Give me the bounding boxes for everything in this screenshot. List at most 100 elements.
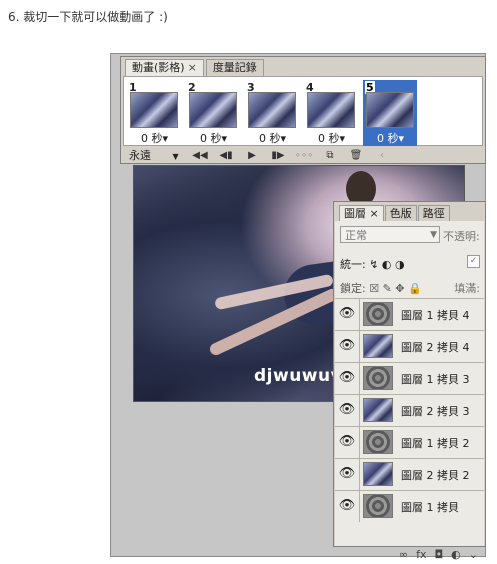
layer-name: 圖層 1 拷貝 2 (401, 437, 470, 450)
layer-mask-icon[interactable]: ◘ (434, 548, 443, 561)
layer-thumbnail (363, 398, 393, 422)
tab-animation-frames[interactable]: 動畫(影格) × (125, 59, 204, 76)
layer-row[interactable]: 👁 圖層 1 拷貝 (335, 490, 484, 522)
blend-mode-select[interactable]: 正常 ▼ (340, 226, 440, 243)
eye-icon[interactable]: 👁 (337, 433, 357, 451)
watermark-text: djwuwuv (254, 366, 343, 386)
eye-icon[interactable]: 👁 (337, 337, 357, 355)
play-icon[interactable]: ▶ (239, 150, 265, 161)
opacity-label: 不透明: (443, 230, 480, 243)
layer-thumbnail (363, 334, 393, 358)
layer-row[interactable]: 👁 圖層 2 拷貝 3 (335, 394, 484, 426)
tab-channels[interactable]: 色版 (384, 205, 417, 221)
eye-icon[interactable]: 👁 (337, 401, 357, 419)
layer-row[interactable]: 👁 圖層 1 拷貝 4 (335, 298, 484, 330)
frame-delay-dropdown[interactable]: 0 秒▾ (377, 130, 404, 146)
frame-thumbnail (189, 92, 237, 128)
next-frame-icon[interactable]: ▮▶ (265, 150, 291, 161)
layer-thumbnail (363, 494, 393, 518)
layer-row[interactable]: 👁 圖層 1 拷貝 2 (335, 426, 484, 458)
divider (359, 363, 360, 394)
eye-icon[interactable]: 👁 (337, 465, 357, 483)
layer-thumbnail (363, 302, 393, 326)
layer-row[interactable]: 👁 圖層 2 拷貝 4 (335, 330, 484, 362)
tab-label: 路徑 (422, 207, 445, 220)
layer-name: 圖層 2 拷貝 4 (401, 341, 470, 354)
frame-delay-dropdown[interactable]: 0 秒▾ (200, 130, 227, 146)
layer-style-icon[interactable]: fx (416, 548, 426, 561)
divider (359, 459, 360, 490)
layer-name: 圖層 1 拷貝 3 (401, 373, 470, 386)
animation-frame-1[interactable]: 1 0 秒▾ (127, 80, 181, 146)
tab-measurement-log[interactable]: 度量記錄 (205, 59, 264, 76)
animation-controls: 永遠 ▼ ◀◀ ◀▮ ▶ ▮▶ ∘∘∘ ⧉ 🗑 ‹ (123, 147, 483, 163)
animation-frame-3[interactable]: 3 0 秒▾ (245, 80, 299, 146)
divider (359, 491, 360, 522)
layers-panel: 圖層 × 色版 路徑 正常 ▼ 不透明: 統一: ↯ ◐ ◑ ✓ 鎖定: ☒ ✎… (333, 201, 486, 561)
layer-name: 圖層 1 拷貝 4 (401, 309, 470, 322)
frame-thumbnail (130, 92, 178, 128)
panel-menu-icon[interactable]: ⌄ (469, 548, 478, 561)
loop-select[interactable]: 永遠 ▼ (123, 147, 187, 163)
animation-tabs: 動畫(影格) × 度量記錄 (125, 59, 266, 77)
frame-delay-dropdown[interactable]: 0 秒▾ (141, 130, 168, 146)
layer-list: 👁 圖層 1 拷貝 4 👁 圖層 2 拷貝 4 👁 圖層 1 拷貝 3 👁 圖層… (335, 298, 484, 522)
animation-frame-4[interactable]: 4 0 秒▾ (304, 80, 358, 146)
tab-label: 圖層 (344, 207, 366, 220)
divider (359, 427, 360, 458)
frame-thumbnail (248, 92, 296, 128)
eye-icon[interactable]: 👁 (337, 369, 357, 387)
duplicate-frame-icon[interactable]: ⧉ (317, 150, 343, 161)
link-layers-icon[interactable]: ∞ (399, 548, 408, 561)
chevron-down-icon: ▼ (172, 152, 179, 161)
delete-frame-icon[interactable]: 🗑 (343, 150, 369, 161)
lock-row: 鎖定: ☒ ✎ ✥ 🔒 (340, 280, 422, 296)
previous-frame-icon[interactable]: ◀▮ (213, 150, 239, 161)
divider (359, 299, 360, 330)
loop-label: 永遠 (129, 149, 151, 162)
layer-row[interactable]: 👁 圖層 2 拷貝 2 (335, 458, 484, 490)
unify-label: 統一: (340, 258, 366, 271)
divider (359, 331, 360, 362)
tween-icon[interactable]: ∘∘∘ (291, 150, 317, 161)
frame-delay-dropdown[interactable]: 0 秒▾ (318, 130, 345, 146)
tab-layers[interactable]: 圖層 × (339, 205, 384, 221)
animation-frame-5-selected[interactable]: 5 0 秒▾ (363, 80, 417, 146)
tab-label: 色版 (389, 207, 412, 220)
frame-thumbnail (366, 92, 414, 128)
convert-timeline-icon[interactable]: ‹ (369, 150, 395, 161)
close-icon[interactable]: × (188, 61, 197, 74)
frame-delay-dropdown[interactable]: 0 秒▾ (259, 130, 286, 146)
blend-mode-value: 正常 (345, 229, 367, 242)
first-frame-icon[interactable]: ◀◀ (187, 150, 213, 161)
step-caption: 6. 裁切一下就可以做動画了 :) (8, 10, 168, 24)
fill-label: 填滿: (454, 282, 480, 295)
layer-thumbnail (363, 462, 393, 486)
unify-icons[interactable]: ↯ ◐ ◑ (369, 258, 404, 271)
frame-thumbnail (307, 92, 355, 128)
lock-label: 鎖定: (340, 282, 366, 295)
layers-tabs: 圖層 × 色版 路徑 (339, 205, 451, 221)
eye-icon[interactable]: 👁 (337, 305, 357, 323)
layer-row[interactable]: 👁 圖層 1 拷貝 3 (335, 362, 484, 394)
tab-label: 動畫(影格) (132, 61, 185, 74)
layer-thumbnail (363, 366, 393, 390)
layers-footer: ∞ fx ◘ ◐ ⌄ (335, 544, 484, 564)
lock-icons[interactable]: ☒ ✎ ✥ 🔒 (369, 282, 421, 295)
tab-paths[interactable]: 路徑 (417, 205, 450, 221)
layer-name: 圖層 1 拷貝 (401, 501, 459, 514)
tab-label: 度量記錄 (212, 61, 257, 74)
unify-row: 統一: ↯ ◐ ◑ (340, 256, 405, 272)
animation-frame-2[interactable]: 2 0 秒▾ (186, 80, 240, 146)
eye-icon[interactable]: 👁 (337, 497, 357, 515)
animation-panel: 動畫(影格) × 度量記錄 1 0 秒▾ 2 0 秒▾ 3 0 秒▾ 4 0 秒▾… (120, 56, 486, 164)
layers-body: 正常 ▼ 不透明: 統一: ↯ ◐ ◑ ✓ 鎖定: ☒ ✎ ✥ 🔒 填滿: 👁 … (335, 221, 484, 561)
frame-strip: 1 0 秒▾ 2 0 秒▾ 3 0 秒▾ 4 0 秒▾ 5 0 秒▾ (123, 76, 483, 146)
close-icon[interactable]: × (370, 207, 379, 220)
adjustment-layer-icon[interactable]: ◐ (451, 548, 461, 561)
layer-name: 圖層 2 拷貝 3 (401, 405, 470, 418)
layer-name: 圖層 2 拷貝 2 (401, 469, 470, 482)
layer-thumbnail (363, 430, 393, 454)
chevron-down-icon: ▼ (430, 230, 437, 240)
propagate-frame-checkbox[interactable]: ✓ (467, 255, 480, 268)
